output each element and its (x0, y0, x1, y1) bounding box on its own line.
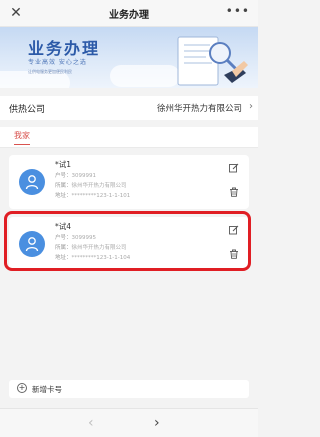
delete-icon[interactable] (229, 187, 239, 197)
banner: 业务办理 专业高效 安心之选 让供电服务更加便民利民 (0, 27, 258, 88)
highlight-annotation (4, 211, 251, 271)
account-name: *试1 (55, 160, 72, 169)
address-key: 地址： (55, 193, 72, 199)
add-card-button[interactable]: + 新增卡号 (9, 380, 249, 398)
more-icon[interactable]: ••• (226, 4, 250, 18)
top-bar: ✕ 业务办理 ••• (0, 0, 258, 27)
account-address: *********123-1-1-101 (71, 193, 131, 199)
forward-arrow-icon[interactable]: › (154, 415, 160, 431)
document-illustration (177, 36, 248, 86)
banner-slogan: 专业高效 安心之选 (28, 59, 87, 66)
account-card[interactable]: *试1 户号：3099991 所属：徐州华开热力有限公司 地址：********… (9, 155, 249, 209)
banner-subtitle: 让供电服务更加便民利民 (28, 69, 72, 74)
account-number-key: 户号： (55, 173, 72, 179)
company-label: 供热公司 (9, 105, 46, 115)
page-title: 业务办理 (109, 10, 149, 21)
company-row[interactable]: 供热公司 徐州华开热力有限公司 › (0, 96, 258, 120)
edit-icon[interactable] (229, 163, 239, 173)
user-avatar-icon (19, 169, 45, 195)
bottom-nav-bar: ‹ › (0, 408, 258, 437)
back-arrow-icon[interactable]: ‹ (88, 415, 94, 431)
owner-key: 所属： (55, 183, 72, 189)
banner-title: 业务办理 (28, 39, 101, 58)
chevron-right-icon: › (249, 101, 253, 112)
tab-home[interactable]: 我家 (14, 130, 30, 145)
tab-bar: 我家 (0, 127, 258, 148)
account-owner: 徐州华开热力有限公司 (71, 183, 127, 189)
plus-icon: + (17, 383, 27, 393)
add-card-label: 新增卡号 (32, 385, 62, 394)
company-value: 徐州华开热力有限公司 (156, 104, 242, 114)
account-number: 3099991 (71, 173, 97, 179)
